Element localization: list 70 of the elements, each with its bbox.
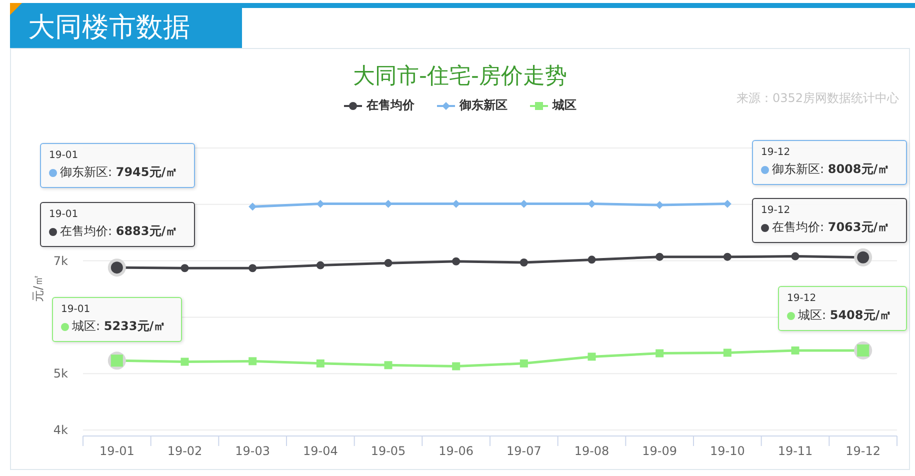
axis-label: 19-12 (846, 444, 881, 458)
section-title: 大同楼市数据 (10, 8, 242, 48)
data-point (854, 248, 872, 266)
data-point (588, 200, 596, 208)
tooltip-text: 御东新区: 8008元/㎡ (772, 161, 890, 178)
tooltip-date: 19-12 (761, 205, 792, 216)
chart-title: 大同市-住宅-房价走势 (352, 63, 568, 91)
legend-item[interactable]: 御东新区 (436, 97, 508, 114)
data-point (316, 359, 324, 368)
data-point (452, 362, 460, 370)
axis-label: 19-11 (778, 444, 813, 458)
axis-label: 5k (53, 366, 68, 381)
legend-marker-icon (530, 100, 548, 110)
data-point (854, 341, 872, 360)
tooltip-text: 城区: 5408元/㎡ (798, 307, 892, 324)
tooltip-text: 城区: 5233元/㎡ (72, 318, 166, 335)
data-point (248, 202, 257, 211)
tooltip-text: 在售均价: 6883元/㎡ (60, 223, 178, 240)
axis-label: 4k (53, 423, 68, 437)
data-point (791, 252, 800, 260)
data-point (180, 264, 189, 272)
tooltip-date: 19-01 (49, 209, 80, 220)
data-point (316, 261, 324, 270)
data-point (316, 200, 324, 208)
axis-label: 19-04 (302, 444, 338, 458)
data-point (452, 200, 460, 208)
data-point (656, 200, 664, 209)
data-point (452, 257, 460, 266)
tooltip-date: 19-01 (49, 150, 80, 161)
data-point (384, 259, 392, 268)
data-point (108, 352, 126, 370)
tooltip-date: 19-12 (761, 147, 792, 158)
data-point (520, 200, 528, 208)
data-point (384, 200, 392, 208)
axis-label: 19-06 (438, 444, 474, 458)
data-point (384, 361, 392, 370)
data-point (723, 252, 732, 261)
tooltip-date: 19-01 (61, 304, 92, 315)
data-point (656, 349, 664, 358)
source-note: 来源：0352房网数据统计中心 (736, 90, 899, 107)
legend-marker-icon (344, 100, 362, 110)
legend-item[interactable]: 在售均价 (344, 97, 414, 114)
axis-label: 19-01 (99, 444, 134, 458)
data-point (180, 358, 189, 366)
data-point (248, 357, 257, 366)
data-point (520, 359, 528, 368)
axis-label: 19-05 (370, 444, 406, 458)
data-point (791, 346, 800, 354)
tooltip-text: 在售均价: 7063元/㎡ (772, 219, 890, 236)
data-point (723, 348, 732, 357)
legend-item[interactable]: 城区 (530, 97, 576, 114)
axis-label: 7k (53, 254, 68, 268)
tooltip-text: 御东新区: 7945元/㎡ (60, 164, 178, 181)
data-point (656, 252, 664, 261)
data-point (108, 258, 126, 277)
data-point (248, 264, 257, 272)
data-point (588, 256, 596, 264)
corner-accent (10, 3, 22, 15)
axis-label: 19-02 (167, 444, 202, 458)
legend-marker-icon (436, 100, 454, 110)
axis-label: 19-10 (710, 444, 745, 458)
data-point (588, 352, 596, 361)
tooltip-date: 19-12 (787, 293, 818, 304)
axis-label: 19-09 (642, 444, 678, 458)
axis-label: 19-07 (506, 444, 542, 458)
data-point (520, 258, 528, 266)
data-point (723, 200, 732, 208)
axis-label: 19-08 (574, 444, 610, 458)
axis-title: 元/㎡ (31, 274, 45, 302)
axis-label: 19-03 (235, 444, 270, 458)
